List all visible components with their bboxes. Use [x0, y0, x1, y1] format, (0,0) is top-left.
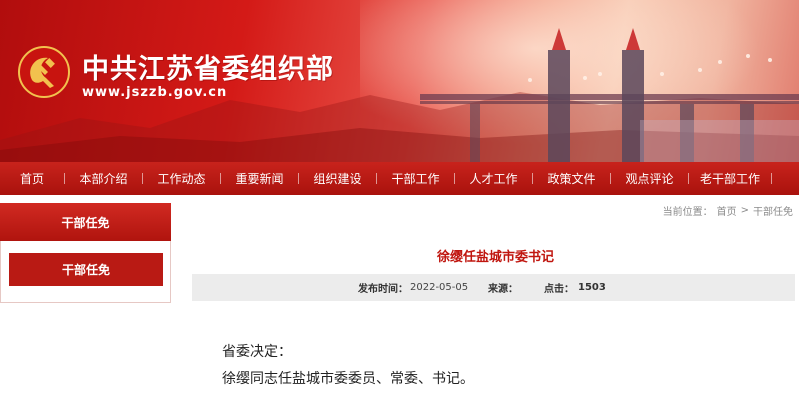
breadcrumb-prefix: 当前位置： — [662, 207, 713, 218]
nav-divider — [771, 173, 772, 184]
nav-item-opinion[interactable]: 观点评论 — [611, 162, 688, 195]
header-banner: 中共江苏省委组织部 www.jszzb.gov.cn — [0, 0, 799, 162]
nav-item-work-news[interactable]: 工作动态 — [143, 162, 220, 195]
main-nav: 首页 本部介绍 工作动态 重要新闻 组织建设 干部工作 人才工作 政策文件 观点… — [0, 162, 799, 195]
site-title: 中共江苏省委组织部 — [82, 54, 334, 85]
nav-item-organization[interactable]: 组织建设 — [299, 162, 376, 195]
nav-item-important-news[interactable]: 重要新闻 — [221, 162, 298, 195]
article-paragraph: 徐缨同志任盐城市委委员、常委、书记。 — [222, 371, 474, 387]
sidebar: 干部任免 干部任免 — [0, 200, 171, 400]
breadcrumb-current[interactable]: 干部任免 — [753, 203, 793, 218]
source-label: 来源： — [488, 284, 518, 295]
article-meta-bar: 发布时间： 2022-05-05 来源： 点击： 1503 — [192, 274, 795, 301]
sidebar-item-cadre-appointments[interactable]: 干部任免 — [9, 253, 163, 286]
nav-item-about[interactable]: 本部介绍 — [65, 162, 142, 195]
nav-item-home[interactable]: 首页 — [0, 162, 64, 195]
article-title: 徐缨任盐城市委书记 — [436, 250, 554, 265]
clicks-label: 点击： — [544, 284, 574, 295]
breadcrumb-separator: > — [740, 205, 749, 216]
publish-label: 发布时间： — [358, 284, 408, 295]
sidebar-header: 干部任免 — [0, 203, 171, 241]
breadcrumb-home-link[interactable]: 首页 — [717, 203, 737, 218]
article-paragraph: 省委决定： — [222, 344, 292, 360]
breadcrumb: 当前位置： 首页 > 干部任免 — [663, 203, 793, 218]
site-url: www.jszzb.gov.cn — [82, 85, 228, 100]
nav-item-talent-work[interactable]: 人才工作 — [455, 162, 532, 195]
nav-item-policy-docs[interactable]: 政策文件 — [533, 162, 610, 195]
publish-date: 2022-05-05 — [410, 282, 469, 293]
clicks-count: 1503 — [578, 282, 606, 293]
sidebar-menu: 干部任免 — [0, 241, 171, 303]
nav-item-cadre-work[interactable]: 干部工作 — [377, 162, 454, 195]
party-emblem-icon — [18, 46, 70, 98]
nav-item-retired-cadres[interactable]: 老干部工作 — [689, 162, 771, 195]
